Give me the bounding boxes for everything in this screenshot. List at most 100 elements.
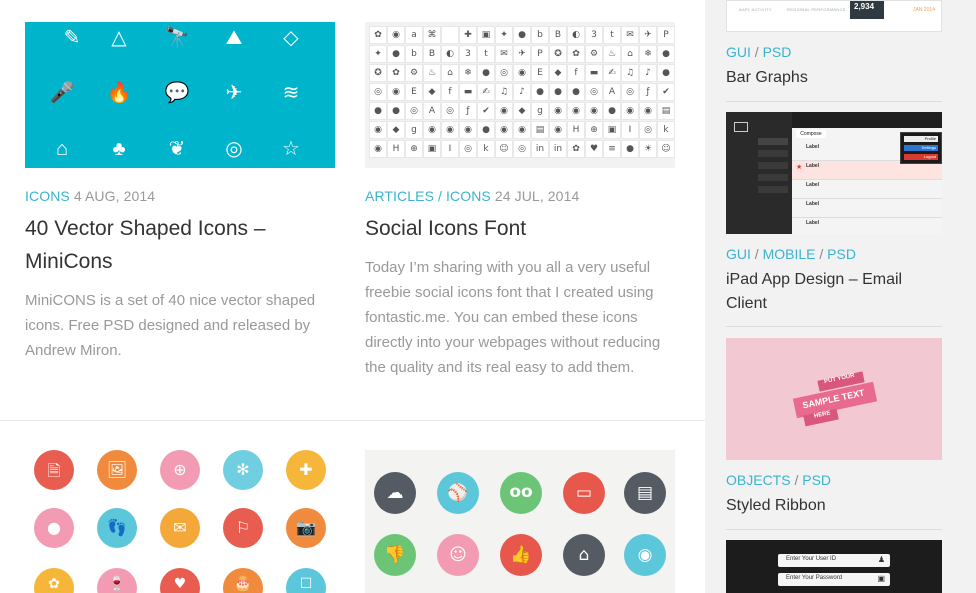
sidebar-post-title[interactable]: Styled Ribbon (726, 494, 941, 518)
social-icon-tile: 3 (585, 26, 603, 44)
ball-icon: ● (34, 508, 74, 548)
category-link-psd[interactable]: PSD (763, 44, 792, 60)
sidebar-thumbnail-ribbon[interactable]: PUT YOUR SAMPLE TEXT HERE (726, 338, 942, 460)
social-icon-tile: ❄ (639, 45, 657, 63)
social-icon-tile: k (657, 121, 675, 139)
phone-home-icon: ⌂ (563, 534, 605, 576)
social-icon-tile: ◎ (639, 121, 657, 139)
sidebar-post-title[interactable]: iPad App Design – Email Client (726, 268, 941, 316)
social-icon-tile: g (531, 102, 549, 120)
compose-button: Compose (796, 130, 826, 138)
social-icon-tile: ◉ (387, 26, 405, 44)
category-separator: / (794, 472, 799, 488)
category-link-mobile[interactable]: MOBILE (763, 246, 816, 262)
post-thumbnail-flat-icons-2[interactable]: ☁ ⚾ oo ▭ ▤ 👎 ☺ 👍 ⌂ ◉ (365, 450, 675, 593)
social-icon-tile: ◉ (423, 121, 441, 139)
login-password-field: Enter Your Password ▣ (778, 573, 890, 586)
social-icon-tile: ◐ (441, 45, 459, 63)
social-icon-tile: E (405, 83, 423, 101)
social-icon-tile: ● (513, 26, 531, 44)
category-link-objects[interactable]: OBJECTS (726, 472, 791, 488)
social-icon-tile: ✿ (567, 45, 585, 63)
sidebar-thumbnail-login-form[interactable]: Enter Your User ID ♟ Enter Your Password… (726, 540, 942, 593)
social-icon-tile: a (405, 26, 423, 44)
social-icon-tile: ▬ (585, 64, 603, 82)
sidebar-post-title[interactable]: Bar Graphs (726, 66, 941, 90)
social-icon-tile: ⊕ (405, 140, 423, 158)
category-link-articles[interactable]: ARTICLES (365, 188, 434, 204)
mountain-icon: ⛰ (225, 27, 243, 49)
social-icon-tile: ● (387, 102, 405, 120)
post-thumbnail-minicons[interactable]: ✎ △ 🔭 ⛰ ◇ 🎤 🔥 💬 ✈ ≋ ⌂ ♣ ❦ ◎ ☆ (25, 22, 335, 168)
social-icon-tile: ● (387, 45, 405, 63)
calendar-icon: ☐ (286, 568, 326, 593)
social-icon-tile: ◆ (513, 102, 531, 120)
social-icon-tile: ✪ (549, 45, 567, 63)
post-thumbnail-flat-icons[interactable]: 🗎 🖼 ⊕ ✻ ✚ ● 👣 ✉ ⚐ 📷 ✿ 🍷 ♥ 🎂 ☐ (25, 440, 335, 593)
sidebar-divider (726, 101, 942, 102)
social-icon-tile: ● (657, 64, 675, 82)
social-icon-tile: ✉ (495, 45, 513, 63)
social-icon-tile: ◉ (549, 102, 567, 120)
user-field-placeholder: Enter Your User ID (786, 556, 837, 562)
mail-icon (734, 122, 748, 132)
category-link-psd[interactable]: PSD (827, 246, 856, 262)
social-icon-tile: ⌂ (441, 64, 459, 82)
drink-icon: 🍷 (97, 568, 137, 593)
social-icon-tile: ◉ (495, 102, 513, 120)
post-date: 4 AUG, 2014 (73, 188, 156, 204)
browser-window-icon: ▤ (624, 472, 666, 514)
social-icon-tile: A (603, 83, 621, 101)
social-icon-tile: ◎ (513, 140, 531, 158)
star-icon: ☆ (282, 138, 300, 160)
list-item-label: Label (806, 144, 820, 150)
social-icon-tile: ◉ (369, 121, 387, 139)
social-icon-tile: in (549, 140, 567, 158)
category-link-gui[interactable]: GUI (726, 44, 751, 60)
post-title[interactable]: 40 Vector Shaped Icons – MiniCons (25, 212, 325, 278)
social-icon-tile: ● (621, 140, 639, 158)
social-icon-tile: ● (477, 121, 495, 139)
ipad-menu-item (758, 138, 788, 145)
social-icon-tile: E (531, 64, 549, 82)
post-title[interactable]: Social Icons Font (365, 212, 675, 245)
category-link-icons[interactable]: ICONS (25, 188, 70, 204)
social-icon-tile: f (567, 64, 585, 82)
social-icon-tile: ☺ (657, 140, 675, 158)
social-icon-tile: ◎ (459, 140, 477, 158)
star-icon: ★ (796, 164, 803, 171)
category-link-gui[interactable]: GUI (726, 246, 751, 262)
social-icon-tile: ◉ (639, 102, 657, 120)
social-icon-tile: ♫ (495, 83, 513, 101)
post-thumbnail-social-icons[interactable]: ✿ ◉ a ⌘ ✚ ▣ ✦ ● b B ◐ 3 t ✉ ✈ P ✪ ✿ ⚙ ♨ ⌂ ❄ ● ◎ ◉ E ◆ f ▬ ✍ ♫ ♪ ● ● ● ◎ A ◎ ƒ ✔… (365, 22, 675, 168)
category-separator: / (754, 44, 759, 60)
social-icon-tile: H (567, 121, 585, 139)
social-icon-tile: ✿ (387, 64, 405, 82)
social-icon-tile: ◉ (567, 102, 585, 120)
social-icon-tile: ◆ (423, 83, 441, 101)
category-link-icons[interactable]: ICONS (446, 188, 491, 204)
sidebar-thumbnail-ipad-app[interactable]: Label ★ Label Label Label Label Compose … (726, 112, 942, 234)
webcam-icon: ◉ (624, 534, 666, 576)
ipad-menu-item (758, 162, 788, 169)
triangle-icon: △ (111, 27, 127, 49)
category-link-psd[interactable]: PSD (802, 472, 831, 488)
monitor-icon: ☁ (374, 472, 416, 514)
social-icon-tile: P (657, 26, 675, 44)
popup-item-settings: Settings (904, 145, 938, 151)
sidebar-thumbnail-bar-graphs[interactable]: AAPL ACTIVITY REGIONAL PERFORMANCE 2,934… (726, 0, 942, 32)
document-icon: 🗎 (34, 450, 74, 490)
lifebuoy-icon: ⊕ (160, 450, 200, 490)
list-item-label: Label (806, 163, 820, 169)
social-icon-tile: B (549, 26, 567, 44)
tablet-icon: ▭ (563, 472, 605, 514)
social-icon-tile: P (531, 45, 549, 63)
social-icon-tile: ✿ (567, 140, 585, 158)
ipad-menu-item (758, 186, 788, 193)
beach-chair-icon: ⚐ (223, 508, 263, 548)
list-item-label: Label (806, 182, 820, 188)
beach-umbrella-icon: ✻ (223, 450, 263, 490)
social-icon-tile: ◉ (495, 121, 513, 139)
stat-value: 2,934 (854, 2, 875, 11)
social-icon-tile: ♫ (621, 64, 639, 82)
